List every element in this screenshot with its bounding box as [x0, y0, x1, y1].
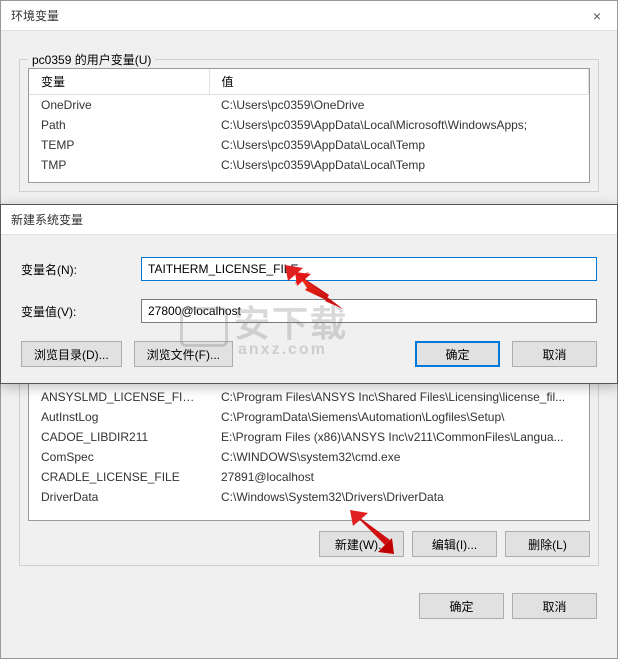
- new-sysvar-dialog: 新建系统变量 变量名(N): 变量值(V): 浏览目录(D)... 浏览文件(F…: [0, 204, 618, 384]
- browse-file-button[interactable]: 浏览文件(F)...: [134, 341, 233, 367]
- user-header-name[interactable]: 变量: [29, 69, 209, 95]
- sys-vars-table-wrap: ANSYSLIC_DIRC:\Program Files\ANSYS Inc\S…: [28, 366, 590, 521]
- user-vars-group: pc0359 的用户变量(U) 变量 值 OneDriveC:\Users\pc…: [19, 59, 599, 192]
- main-title-bar: 环境变量 ×: [1, 1, 617, 31]
- user-vars-table-wrap: 变量 值 OneDriveC:\Users\pc0359\OneDrive Pa…: [28, 68, 590, 183]
- user-vars-table[interactable]: 变量 值 OneDriveC:\Users\pc0359\OneDrive Pa…: [29, 69, 589, 175]
- modal-ok-button[interactable]: 确定: [415, 341, 500, 367]
- var-name-row: 变量名(N):: [21, 257, 597, 281]
- modal-title: 新建系统变量: [11, 211, 83, 228]
- table-row[interactable]: PathC:\Users\pc0359\AppData\Local\Micros…: [29, 115, 589, 135]
- delete-sysvar-button[interactable]: 删除(L): [505, 531, 590, 557]
- var-value-input[interactable]: [141, 299, 597, 323]
- modal-cancel-button[interactable]: 取消: [512, 341, 597, 367]
- table-row[interactable]: ANSYSLMD_LICENSE_FILEC:\Program Files\AN…: [29, 387, 589, 407]
- table-row[interactable]: DriverDataC:\Windows\System32\Drivers\Dr…: [29, 487, 589, 507]
- table-row[interactable]: CADOE_LIBDIR211E:\Program Files (x86)\AN…: [29, 427, 589, 447]
- user-header-value[interactable]: 值: [209, 69, 589, 95]
- main-bottom-buttons: 确定 取消: [1, 581, 617, 631]
- close-icon[interactable]: ×: [587, 8, 607, 24]
- var-value-row: 变量值(V):: [21, 299, 597, 323]
- modal-title-bar: 新建系统变量: [1, 205, 617, 235]
- sys-vars-group: ANSYSLIC_DIRC:\Program Files\ANSYS Inc\S…: [19, 357, 599, 566]
- modal-body: 变量名(N): 变量值(V): 浏览目录(D)... 浏览文件(F)... 确定…: [1, 235, 617, 383]
- table-row[interactable]: ComSpecC:\WINDOWS\system32\cmd.exe: [29, 447, 589, 467]
- main-cancel-button[interactable]: 取消: [512, 593, 597, 619]
- var-name-input[interactable]: [141, 257, 597, 281]
- table-row[interactable]: AutInstLogC:\ProgramData\Siemens\Automat…: [29, 407, 589, 427]
- table-row[interactable]: TMPC:\Users\pc0359\AppData\Local\Temp: [29, 155, 589, 175]
- table-row[interactable]: TEMPC:\Users\pc0359\AppData\Local\Temp: [29, 135, 589, 155]
- edit-sysvar-button[interactable]: 编辑(I)...: [412, 531, 497, 557]
- sys-vars-table[interactable]: ANSYSLIC_DIRC:\Program Files\ANSYS Inc\S…: [29, 367, 589, 507]
- table-row[interactable]: CRADLE_LICENSE_FILE27891@localhost: [29, 467, 589, 487]
- sys-buttons-row: 新建(W)... 编辑(I)... 删除(L): [28, 531, 590, 557]
- spacer: [245, 341, 403, 367]
- new-sysvar-button[interactable]: 新建(W)...: [319, 531, 404, 557]
- browse-dir-button[interactable]: 浏览目录(D)...: [21, 341, 122, 367]
- main-title: 环境变量: [11, 7, 59, 24]
- modal-button-row: 浏览目录(D)... 浏览文件(F)... 确定 取消: [21, 341, 597, 367]
- table-row[interactable]: OneDriveC:\Users\pc0359\OneDrive: [29, 95, 589, 116]
- var-name-label: 变量名(N):: [21, 261, 141, 278]
- user-vars-label: pc0359 的用户变量(U): [28, 51, 155, 68]
- var-value-label: 变量值(V):: [21, 303, 141, 320]
- main-ok-button[interactable]: 确定: [419, 593, 504, 619]
